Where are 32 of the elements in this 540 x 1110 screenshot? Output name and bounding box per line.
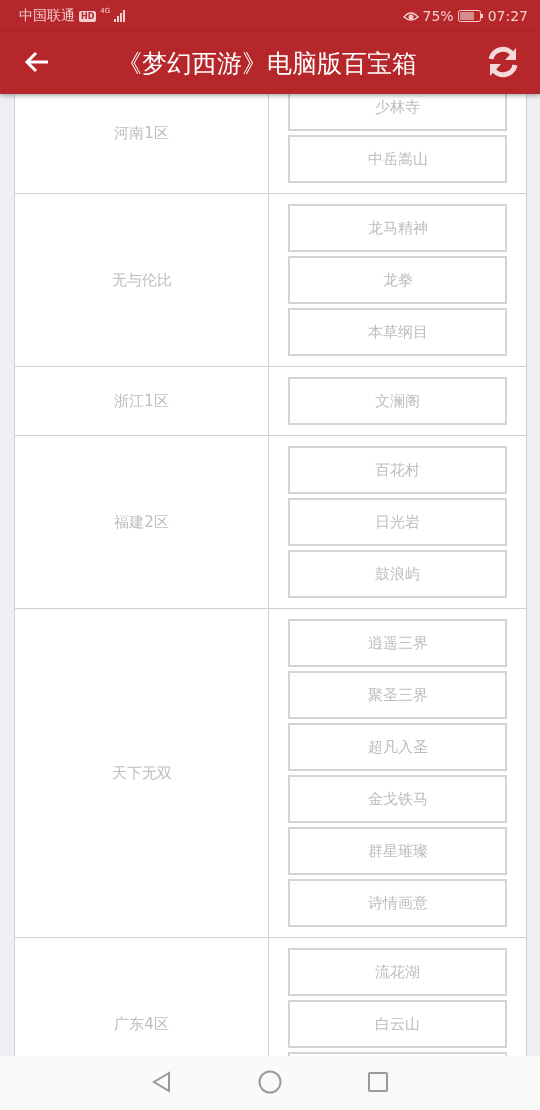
server-button[interactable]: 白云山 — [288, 1000, 507, 1048]
server-button[interactable]: 龙马精神 — [288, 204, 507, 252]
recents-nav-button[interactable] — [368, 1071, 388, 1095]
server-button[interactable]: 日光岩 — [288, 498, 507, 546]
server-button[interactable]: 逍遥三界 — [288, 619, 507, 667]
region-name: 福建2区 — [114, 512, 169, 532]
signal-icon — [114, 10, 127, 22]
battery-icon — [457, 10, 484, 22]
region-name: 无与伦比 — [111, 270, 172, 290]
server-button[interactable]: 金戈铁马 — [288, 775, 507, 823]
server-button[interactable]: 本草纲目 — [288, 308, 507, 356]
hd-badge: HD — [79, 10, 97, 22]
region-name: 广东4区 — [114, 1014, 169, 1034]
eye-icon — [402, 10, 419, 22]
server-button[interactable]: 少林寺 — [288, 94, 507, 131]
region-name: 河南1区 — [114, 123, 169, 143]
region-name: 天下无双 — [111, 763, 172, 783]
carrier-name: 中国联通 — [19, 7, 75, 25]
server-button[interactable]: 龙拳 — [288, 256, 507, 304]
app-title: 《梦幻西游》电脑版百宝箱 — [116, 47, 418, 80]
battery-percent: 75% — [422, 8, 454, 24]
region-name: 浙江1区 — [114, 391, 169, 411]
server-button[interactable]: 百花村 — [288, 446, 507, 494]
server-button[interactable]: 鼓浪屿 — [288, 550, 507, 598]
server-button[interactable]: 超凡入圣 — [288, 723, 507, 771]
server-button[interactable]: 中岳嵩山 — [288, 135, 507, 183]
server-button[interactable]: 群星璀璨 — [288, 827, 507, 875]
server-button[interactable]: 聚圣三界 — [288, 671, 507, 719]
clock-time: 07:27 — [487, 8, 528, 24]
server-button[interactable]: 文澜阁 — [288, 377, 507, 425]
server-button[interactable]: 诗情画意 — [288, 879, 507, 927]
server-button[interactable]: 流花湖 — [288, 948, 507, 996]
